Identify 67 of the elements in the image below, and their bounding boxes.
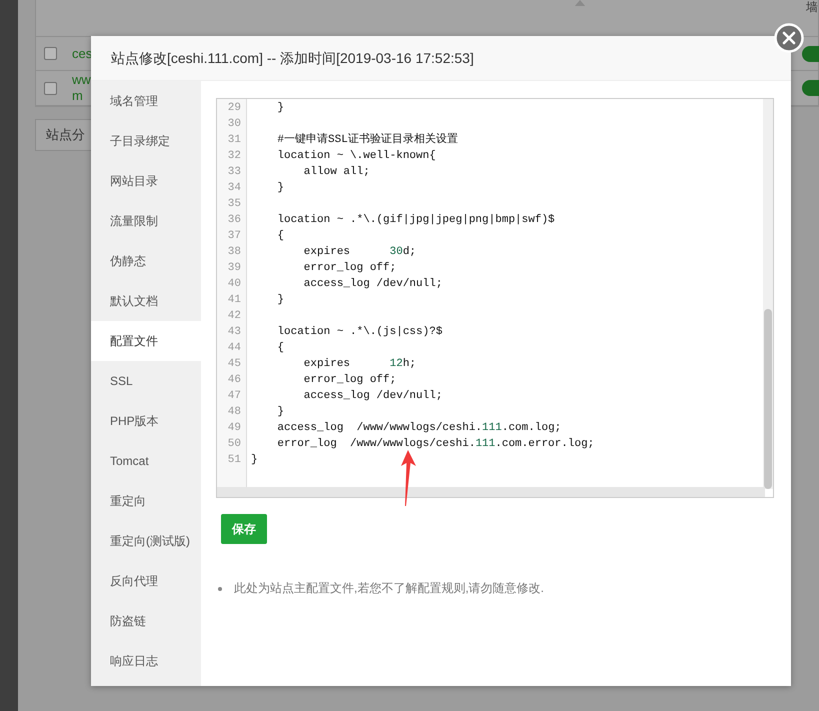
code-line: location ~ \.well-known{ xyxy=(276,149,436,164)
code-line: } xyxy=(276,405,284,420)
line-number: 29 xyxy=(226,101,242,116)
note-text: 此处为站点主配置文件,若您不了解配置规则,请勿随意修改. xyxy=(234,580,544,597)
line-number: 50 xyxy=(226,437,242,452)
code-line: error_log off; xyxy=(302,261,396,276)
line-number: 48 xyxy=(226,405,242,420)
scrollbar-thumb[interactable] xyxy=(764,309,772,489)
code-line: location ~ .*\.(js|css)?$ xyxy=(276,325,442,340)
code-line: } xyxy=(276,181,284,196)
code-line: access_log /www/wwwlogs/ceshi.111.com.log; xyxy=(276,421,562,436)
sidebar-item[interactable]: 默认文档 xyxy=(91,281,201,321)
line-number: 36 xyxy=(226,213,242,228)
sidebar-item[interactable]: 伪静态 xyxy=(91,241,201,281)
line-number: 51 xyxy=(226,453,242,468)
code-line: #一键申请SSL证书验证目录相关设置 xyxy=(276,132,458,148)
code-line: { xyxy=(276,341,284,356)
sidebar-item[interactable]: 配置文件 xyxy=(91,321,201,361)
code-line: expires 12h; xyxy=(302,357,416,372)
sidebar-item[interactable]: 反向代理 xyxy=(91,561,201,601)
code-line: access_log /dev/null; xyxy=(302,389,442,404)
line-number: 39 xyxy=(226,261,242,276)
line-number: 41 xyxy=(226,293,242,308)
code-editor[interactable] xyxy=(216,98,774,498)
sidebar-item[interactable]: Tomcat xyxy=(91,441,201,481)
sidebar-item[interactable]: 域名管理 xyxy=(91,81,201,121)
code-line: allow all; xyxy=(302,165,370,180)
code-line: error_log off; xyxy=(302,373,396,388)
sidebar-item[interactable]: SSL xyxy=(91,361,201,401)
line-number: 33 xyxy=(226,165,242,180)
code-line: { xyxy=(276,229,284,244)
code-line: } xyxy=(250,453,258,468)
code-line: expires 30d; xyxy=(302,245,416,260)
line-number: 45 xyxy=(226,357,242,372)
checkbox[interactable] xyxy=(44,82,57,94)
line-number: 35 xyxy=(226,197,242,212)
code-line: access_log /dev/null; xyxy=(302,277,442,292)
sort-icon[interactable] xyxy=(574,0,586,6)
sidebar-item[interactable]: 防盗链 xyxy=(91,601,201,641)
line-number: 37 xyxy=(226,229,242,244)
checkbox[interactable] xyxy=(44,47,57,60)
sidebar-item[interactable]: PHP版本 xyxy=(91,401,201,441)
line-number: 44 xyxy=(226,341,242,356)
line-number: 30 xyxy=(226,117,242,132)
sidebar-item[interactable]: 网站目录 xyxy=(91,161,201,201)
line-number: 43 xyxy=(226,325,242,340)
line-number: 40 xyxy=(226,277,242,292)
column-header: 墙 xyxy=(806,0,818,16)
horizontal-scrollbar[interactable] xyxy=(217,487,765,497)
code-line: } xyxy=(276,293,284,308)
sidebar-item[interactable]: 流量限制 xyxy=(91,201,201,241)
sidebar-item[interactable]: 响应日志 xyxy=(91,641,201,681)
line-number: 32 xyxy=(226,149,242,164)
sidebar-item[interactable]: 重定向(测试版) xyxy=(91,521,201,561)
code-line: error_log /www/wwwlogs/ceshi.111.com.error.log; xyxy=(276,437,594,452)
dialog-title: 站点修改[ceshi.111.com] -- 添加时间[2019-03-16 17:52:53] xyxy=(91,36,791,81)
line-number: 34 xyxy=(226,181,242,196)
line-number: 46 xyxy=(226,373,242,388)
line-number: 42 xyxy=(226,309,242,324)
line-number: 38 xyxy=(226,245,242,260)
code-line: location ~ .*\.(gif|jpg|jpeg|png|bmp|swf)$ xyxy=(276,213,555,228)
code-line: } xyxy=(276,101,284,116)
line-number: 47 xyxy=(226,389,242,404)
line-number: 31 xyxy=(226,133,242,148)
annotation-arrow xyxy=(398,450,418,506)
sidebar-item[interactable]: 重定向 xyxy=(91,481,201,521)
line-number: 49 xyxy=(226,421,242,436)
